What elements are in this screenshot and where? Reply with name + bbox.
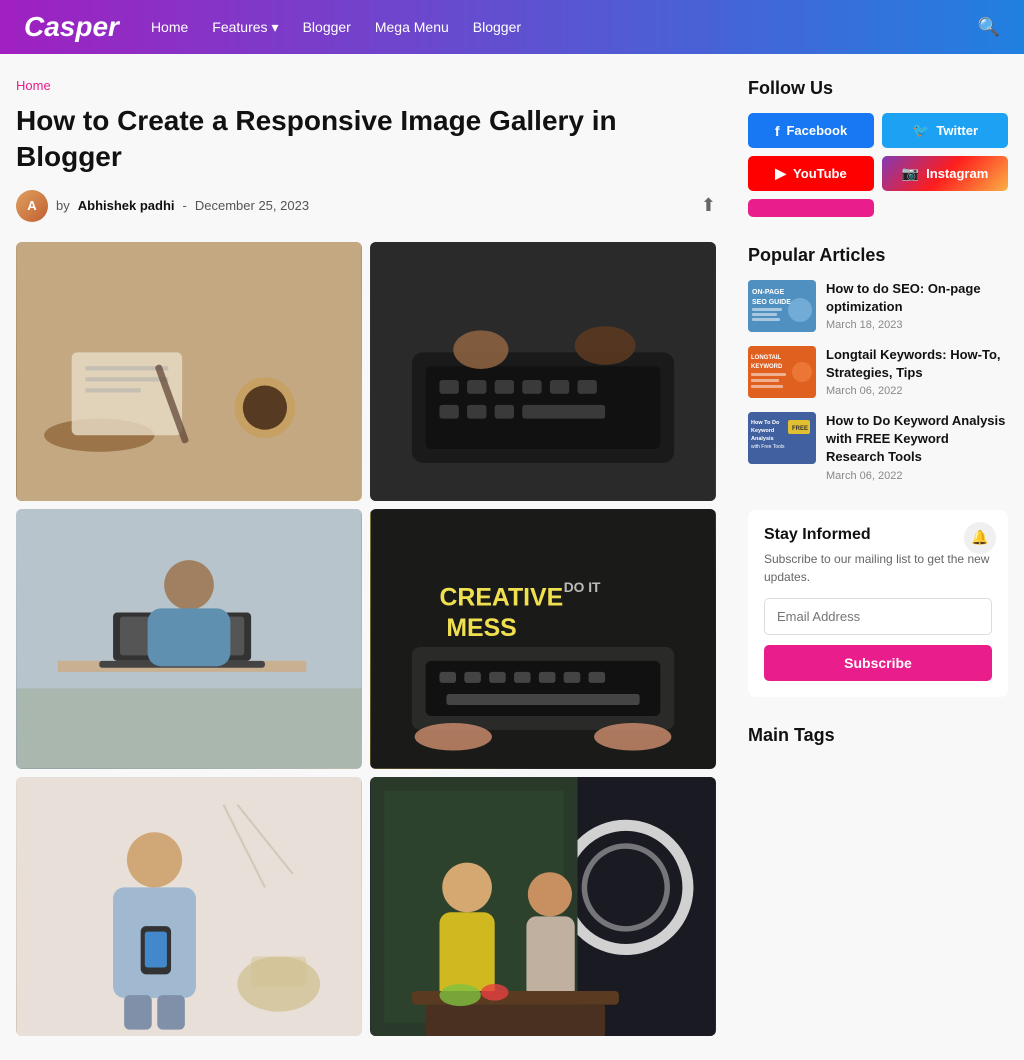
gallery-item-5[interactable] — [16, 777, 362, 1037]
main-tags-title: Main Tags — [748, 725, 1008, 746]
gallery-item-1[interactable] — [16, 242, 362, 502]
main-nav: Home Features ▾ Blogger Mega Menu Blogge… — [151, 19, 978, 36]
popular-article-2[interactable]: LONGTAIL KEYWORD Longtail Keywords: How-… — [748, 346, 1008, 398]
chevron-down-icon: ▾ — [272, 19, 279, 36]
svg-text:FREE: FREE — [792, 426, 808, 432]
author-row: A by Abhishek padhi - December 25, 2023 … — [16, 190, 716, 222]
bell-icon: 🔔 — [964, 522, 996, 554]
site-logo[interactable]: Casper — [24, 11, 119, 43]
svg-text:LONGTAIL: LONGTAIL — [751, 355, 782, 361]
svg-text:CREATIVE: CREATIVE — [439, 585, 563, 612]
search-button[interactable]: 🔍 — [978, 17, 1000, 38]
article-meta-2: Longtail Keywords: How-To, Strategies, T… — [826, 346, 1008, 397]
breadcrumb[interactable]: Home — [16, 78, 716, 93]
nav-home[interactable]: Home — [151, 19, 188, 35]
popular-articles-title: Popular Articles — [748, 245, 1008, 266]
popular-articles-section: Popular Articles ON-PAGE SEO GUIDE How t… — [748, 245, 1008, 482]
article-title: How to Create a Responsive Image Gallery… — [16, 103, 716, 176]
gallery-image-1 — [16, 242, 362, 502]
article-meta-3: How to Do Keyword Analysis with FREE Key… — [826, 412, 1008, 482]
follow-us-title: Follow Us — [748, 78, 1008, 99]
svg-text:Keyword: Keyword — [751, 428, 774, 434]
gallery-image-5 — [16, 777, 362, 1037]
social-grid: f Facebook 🐦 Twitter ▶ YouTube 📷 Instagr… — [748, 113, 1008, 217]
nav-blogger-1[interactable]: Blogger — [303, 19, 351, 35]
svg-text:DO IT: DO IT — [564, 580, 601, 595]
page-wrapper: Home How to Create a Responsive Image Ga… — [0, 54, 1024, 1060]
twitter-icon: 🐦 — [912, 122, 929, 139]
gallery-image-4: CREATIVE MESS DO IT — [370, 509, 716, 769]
svg-text:MESS: MESS — [446, 615, 516, 642]
image-gallery: CREATIVE MESS DO IT — [16, 242, 716, 1037]
email-input[interactable] — [764, 598, 992, 635]
share-icon[interactable]: ⬆ — [701, 195, 716, 216]
youtube-button[interactable]: ▶ YouTube — [748, 156, 874, 191]
gallery-item-6[interactable] — [370, 777, 716, 1037]
svg-text:SEO GUIDE: SEO GUIDE — [752, 299, 791, 306]
search-icon: 🔍 — [978, 17, 1000, 37]
site-header: Casper Home Features ▾ Blogger Mega Menu… — [0, 0, 1024, 54]
gallery-item-4[interactable]: CREATIVE MESS DO IT — [370, 509, 716, 769]
facebook-button[interactable]: f Facebook — [748, 113, 874, 148]
sidebar: Follow Us f Facebook 🐦 Twitter ▶ YouTube… — [748, 78, 1008, 1036]
popular-article-3[interactable]: How To Do Keyword Analysis with Free Too… — [748, 412, 1008, 482]
subscribe-button[interactable]: Subscribe — [764, 645, 992, 681]
svg-text:Analysis: Analysis — [751, 436, 774, 442]
gallery-image-3 — [16, 509, 362, 769]
avatar: A — [16, 190, 48, 222]
instagram-icon: 📷 — [902, 165, 919, 182]
svg-text:How To Do: How To Do — [751, 420, 780, 426]
svg-text:with Free Tools: with Free Tools — [751, 444, 785, 450]
nav-features[interactable]: Features ▾ — [212, 19, 278, 36]
stay-informed-description: Subscribe to our mailing list to get the… — [764, 550, 992, 586]
twitter-button[interactable]: 🐦 Twitter — [882, 113, 1008, 148]
follow-us-section: Follow Us f Facebook 🐦 Twitter ▶ YouTube… — [748, 78, 1008, 217]
stay-informed-box: 🔔 Stay Informed Subscribe to our mailing… — [748, 510, 1008, 697]
main-tags-section: Main Tags — [748, 725, 1008, 746]
article-meta-1: How to do SEO: On-page optimization Marc… — [826, 280, 1008, 331]
extra-social-button[interactable] — [748, 199, 874, 217]
gallery-item-3[interactable] — [16, 509, 362, 769]
main-content: Home How to Create a Responsive Image Ga… — [16, 78, 716, 1036]
article-thumb-2: LONGTAIL KEYWORD — [748, 346, 816, 398]
stay-informed-title: Stay Informed — [764, 526, 992, 544]
instagram-button[interactable]: 📷 Instagram — [882, 156, 1008, 191]
article-thumb-1: ON-PAGE SEO GUIDE — [748, 280, 816, 332]
popular-article-1[interactable]: ON-PAGE SEO GUIDE How to do SEO: On-page… — [748, 280, 1008, 332]
article-thumb-3: How To Do Keyword Analysis with Free Too… — [748, 412, 816, 464]
article-date: December 25, 2023 — [195, 198, 309, 213]
author-name[interactable]: Abhishek padhi — [78, 198, 175, 213]
nav-blogger-2[interactable]: Blogger — [473, 19, 521, 35]
stay-informed-section: 🔔 Stay Informed Subscribe to our mailing… — [748, 510, 1008, 697]
author-info: A by Abhishek padhi - December 25, 2023 — [16, 190, 309, 222]
youtube-icon: ▶ — [775, 165, 786, 182]
svg-text:ON-PAGE: ON-PAGE — [752, 289, 784, 296]
gallery-item-2[interactable] — [370, 242, 716, 502]
gallery-image-6 — [370, 777, 716, 1037]
svg-text:KEYWORD: KEYWORD — [751, 364, 783, 370]
nav-mega-menu[interactable]: Mega Menu — [375, 19, 449, 35]
facebook-icon: f — [775, 123, 780, 139]
gallery-image-2 — [370, 242, 716, 502]
